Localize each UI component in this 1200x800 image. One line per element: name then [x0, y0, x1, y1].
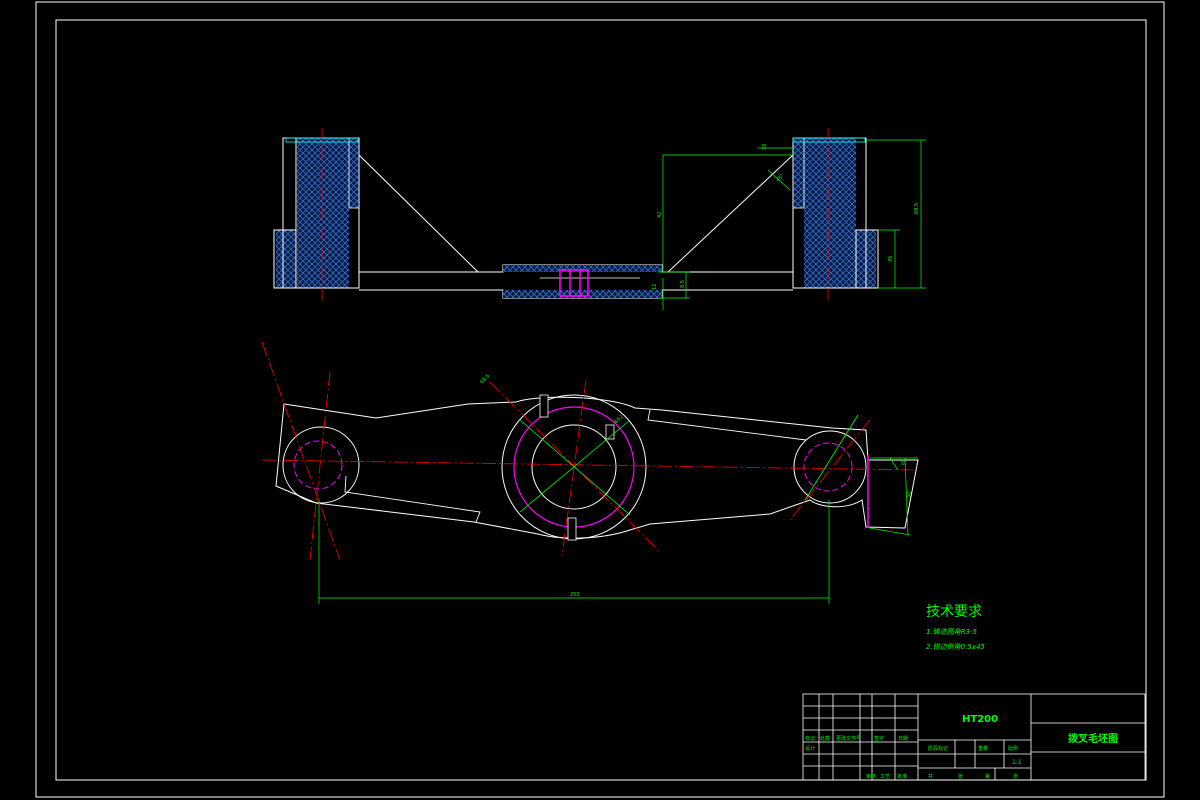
tech-req-title: 技术要求 — [926, 604, 982, 620]
right-eye-inner — [803, 442, 853, 492]
dim-small-b: 12 — [652, 284, 658, 290]
dim-right-height: 69.5 — [914, 203, 920, 214]
plan-view: 250 Φ52 18 50 68.5 — [261, 341, 919, 604]
dim-center-distance: 250 — [570, 592, 580, 598]
fork-arm-outline — [275, 396, 919, 539]
plan-centerlines — [261, 341, 917, 561]
center-hub-hatch — [503, 265, 662, 272]
dim-left-inner: 42 — [657, 212, 663, 218]
plan-dimensions — [318, 457, 918, 604]
tb-label-sheet: 张 — [1013, 773, 1018, 780]
drawing-canvas: 69.5 35 42 8.5 12 16 45° 250 Φ52 18 50 6… — [35, 1, 1165, 798]
tb-label-sheets: 张 — [958, 773, 963, 780]
section-view: 69.5 35 42 8.5 12 16 45° — [273, 128, 926, 310]
left-lug-hatch — [276, 230, 296, 288]
tb-label-design: 设计 — [805, 745, 815, 752]
tb-label-weight: 重量 — [978, 745, 988, 752]
dim-right-inner: 35 — [888, 256, 894, 262]
part-name-label: 拨叉毛坯图 — [1068, 732, 1118, 745]
tb-label-sheet-no: 第 — [985, 773, 990, 780]
dim-small-a: 8.5 — [680, 280, 686, 288]
dim-top-angle: 45° — [775, 173, 786, 184]
material-label: HT200 — [962, 714, 998, 725]
dim-small-c: 16 — [762, 144, 768, 150]
tb-label-change-doc: 更改文件号 — [836, 735, 861, 742]
left-boss-hatch — [297, 138, 349, 288]
tb-label-stage: 阶段标记 — [928, 745, 948, 752]
tb-label-review: 审核 — [866, 773, 876, 780]
tb-label-process: 工艺 — [880, 774, 890, 780]
right-eye-outer — [793, 430, 867, 504]
dim-right-b: 50 — [906, 491, 913, 498]
tb-label-scale: 比例 — [1008, 745, 1018, 752]
tech-req-item-1: 1.铸造圆角R3-5 — [926, 628, 978, 636]
tb-label-count: 处数 — [820, 735, 830, 742]
tb-label-approve: 批准 — [897, 773, 907, 780]
section-dimensions — [658, 139, 926, 310]
dim-hub-diameter: Φ52 — [613, 414, 625, 426]
tech-req-item-2: 2.锐边倒角0.5x45 — [926, 643, 985, 651]
dim-right-a: 18 — [900, 459, 907, 466]
dim-left-height: 68.5 — [479, 373, 491, 385]
tb-label-mark: 标记 — [805, 735, 815, 742]
right-boss-hatch — [804, 138, 856, 288]
tb-label-sign: 签字 — [874, 735, 884, 742]
scale-label: 1:1 — [1012, 759, 1022, 766]
tb-label-date: 日期 — [898, 736, 908, 742]
tb-label-total: 共 — [928, 773, 933, 780]
technical-requirements: 技术要求 1.铸造圆角R3-5 2.锐边倒角0.5x45 — [926, 604, 985, 651]
